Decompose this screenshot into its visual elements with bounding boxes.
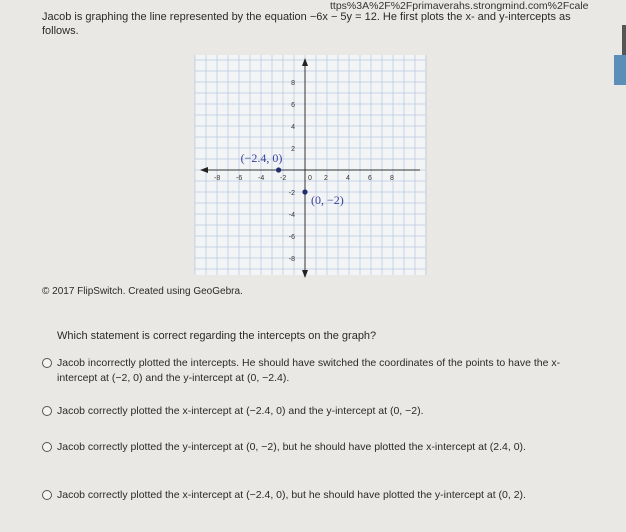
x-tick-label: -4 [258,175,264,182]
answer-option-1[interactable]: Jacob incorrectly plotted the intercepts… [42,356,582,386]
y-tick-label: -4 [289,212,295,219]
intercept-point [302,189,308,195]
point-label: (0, −2) [311,193,344,207]
radio-button[interactable] [42,490,52,500]
x-tick-label: -8 [214,175,220,182]
x-tick-label: 8 [390,175,394,182]
radio-button[interactable] [42,442,52,452]
x-tick-label: 0 [308,175,312,182]
x-tick-label: -6 [236,175,242,182]
answer-option-2[interactable]: Jacob correctly plotted the x-intercept … [42,404,582,419]
side-tab[interactable] [614,55,626,85]
radio-button[interactable] [42,358,52,368]
x-tick-label: 2 [324,175,328,182]
y-tick-label: 2 [291,146,295,153]
answer-option-3[interactable]: Jacob correctly plotted the y-intercept … [42,440,582,455]
y-tick-label: 6 [291,102,295,109]
y-tick-label: -8 [289,256,295,263]
x-tick-label: -2 [280,175,286,182]
answer-option-4[interactable]: Jacob correctly plotted the x-intercept … [42,488,582,503]
question-prompt: Which statement is correct regarding the… [57,330,377,342]
x-tick-label: 6 [368,175,372,182]
point-label: (−2.4, 0) [241,151,283,165]
y-tick-label: 4 [291,124,295,131]
radio-button[interactable] [42,406,52,416]
x-tick-label: 4 [346,175,350,182]
intercept-point [276,167,282,173]
coordinate-graph: -8 -6 -4 -2 0 2 4 6 8 8 6 4 2 -2 -4 -6 -8 (−2.4, 0) (0, −2… [194,55,427,278]
graph-background [195,55,425,275]
question-text: Jacob is graphing the line represented b… [42,11,571,37]
graph-credit: © 2017 FlipSwitch. Created using GeoGebr… [42,286,243,297]
y-tick-label: -2 [289,190,295,197]
y-tick-label: 8 [291,80,295,87]
y-tick-label: -6 [289,234,295,241]
